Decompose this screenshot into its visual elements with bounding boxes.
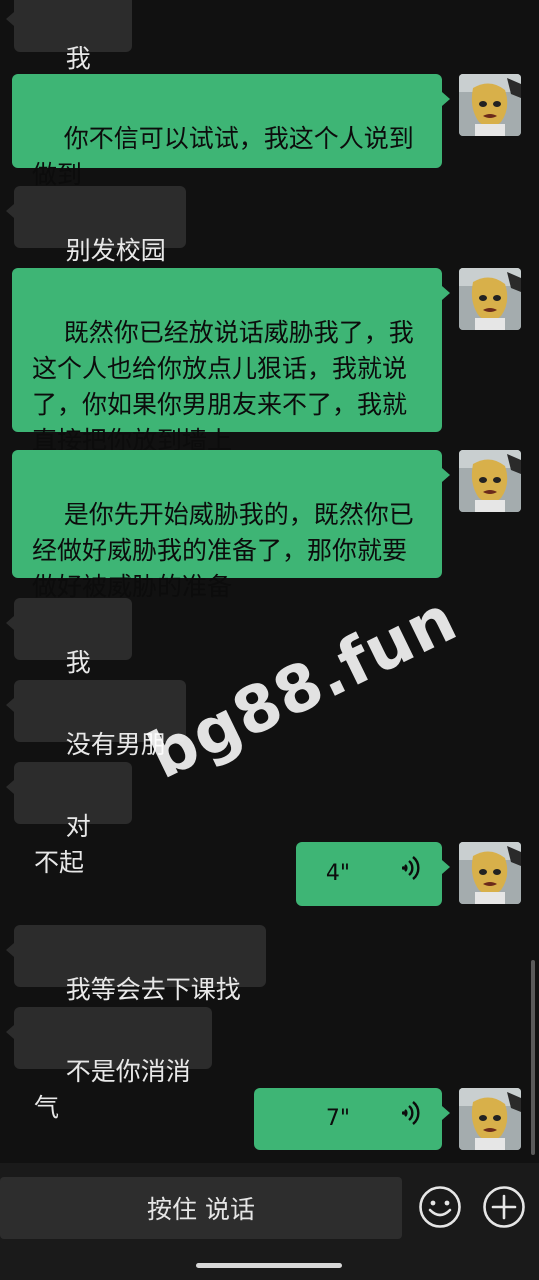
message-text: 对不起	[34, 812, 91, 877]
message-text: 你不信可以试试，我这个人说到做到	[32, 124, 414, 189]
avatar[interactable]	[459, 450, 521, 512]
message-bubble-outgoing[interactable]: 既然你已经放说话威胁我了，我这个人也给你放点儿狠话，我就说了，你如果你男朋友来不…	[12, 268, 450, 455]
avatar[interactable]	[459, 268, 521, 330]
message-bubble-incoming[interactable]: 不是你消消气	[6, 1007, 212, 1122]
message-bubble-outgoing[interactable]: 你不信可以试试，我这个人说到做到	[12, 74, 450, 189]
chat-screen: 我求你 你不信可以试试，我这个人说到做到 别发校园墙 既然你已经放说话威胁我了，…	[0, 0, 539, 1280]
message-bubble-incoming[interactable]: 别发校园墙	[6, 186, 186, 301]
plus-icon[interactable]	[482, 1185, 526, 1229]
message-text: 不是你消消气	[34, 1057, 191, 1122]
input-bar: 按住 说话	[0, 1163, 539, 1280]
message-bubble-incoming[interactable]: 对不起	[6, 762, 132, 877]
watermark-text: bg88.fun	[137, 581, 469, 794]
message-bubble-incoming[interactable]: 我装逼	[6, 598, 132, 713]
hold-to-talk-label: 按住 说话	[147, 1195, 255, 1224]
voice-message-bubble[interactable]: 7"	[254, 1088, 450, 1150]
voice-duration: 7"	[325, 1106, 351, 1131]
message-bubble-incoming[interactable]: 我求你	[6, 0, 132, 109]
message-text: 是你先开始威胁我的，既然你已经做好威胁我的准备了，那你就要做好被威胁的准备	[32, 500, 414, 601]
message-text: 既然你已经放说话威胁我了，我这个人也给你放点儿狠话，我就说了，你如果你男朋友来不…	[32, 318, 414, 455]
avatar[interactable]	[459, 1088, 521, 1150]
voice-wave-icon	[360, 1064, 420, 1174]
message-bubble-outgoing[interactable]: 是你先开始威胁我的，既然你已经做好威胁我的准备了，那你就要做好被威胁的准备	[12, 450, 450, 601]
emoji-icon[interactable]	[418, 1185, 462, 1229]
chat-scrollbar[interactable]	[531, 960, 535, 1155]
voice-message-bubble[interactable]: 4"	[296, 842, 450, 906]
home-indicator[interactable]	[196, 1263, 342, 1268]
voice-duration: 4"	[325, 861, 351, 886]
voice-wave-icon	[360, 819, 420, 929]
avatar[interactable]	[459, 842, 521, 904]
avatar[interactable]	[459, 74, 521, 136]
message-bubble-incoming[interactable]: 没有男朋友	[6, 680, 186, 795]
hold-to-talk-button[interactable]: 按住 说话	[0, 1177, 402, 1239]
message-bubble-incoming[interactable]: 我等会去下课找你	[6, 925, 266, 1040]
